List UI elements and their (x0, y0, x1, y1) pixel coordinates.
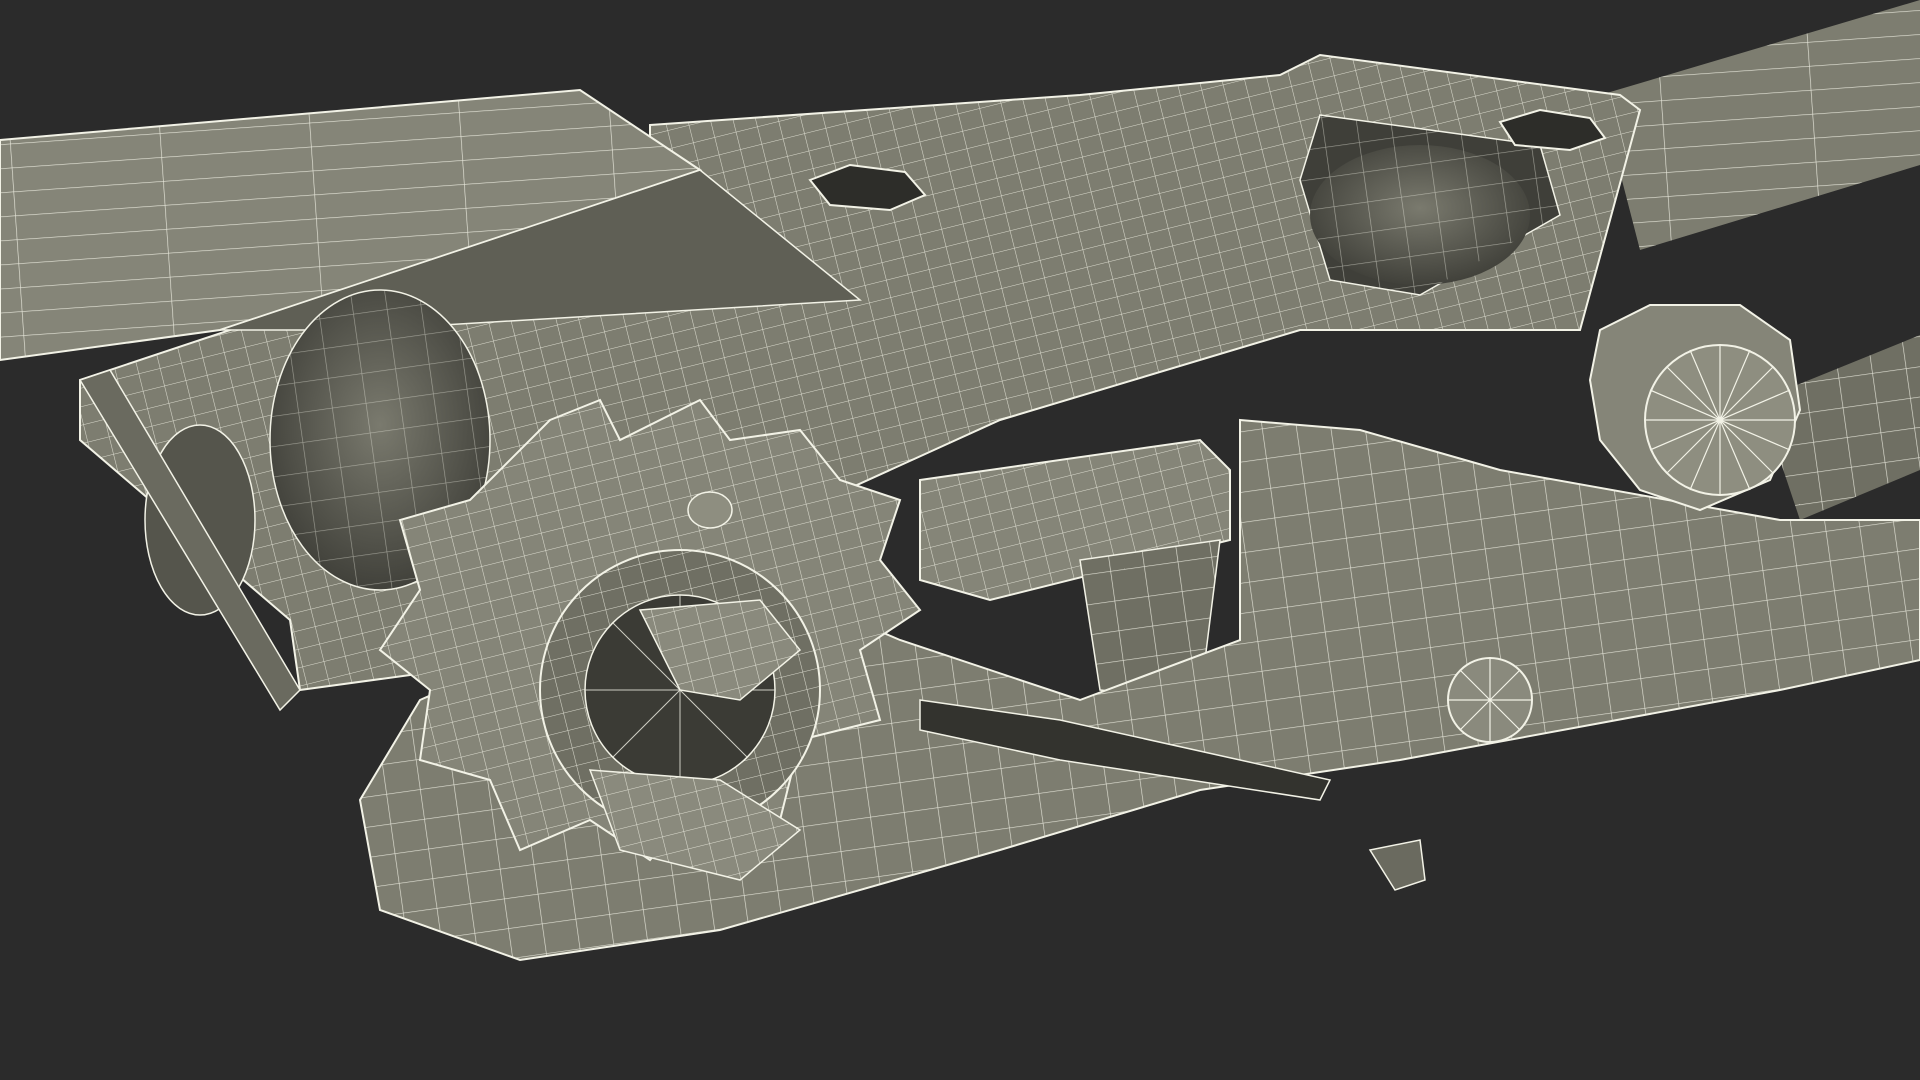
ratchet-strap-wireframe-render (0, 0, 1920, 1080)
rivet (1447, 657, 1533, 743)
3d-viewport (0, 0, 1920, 1080)
